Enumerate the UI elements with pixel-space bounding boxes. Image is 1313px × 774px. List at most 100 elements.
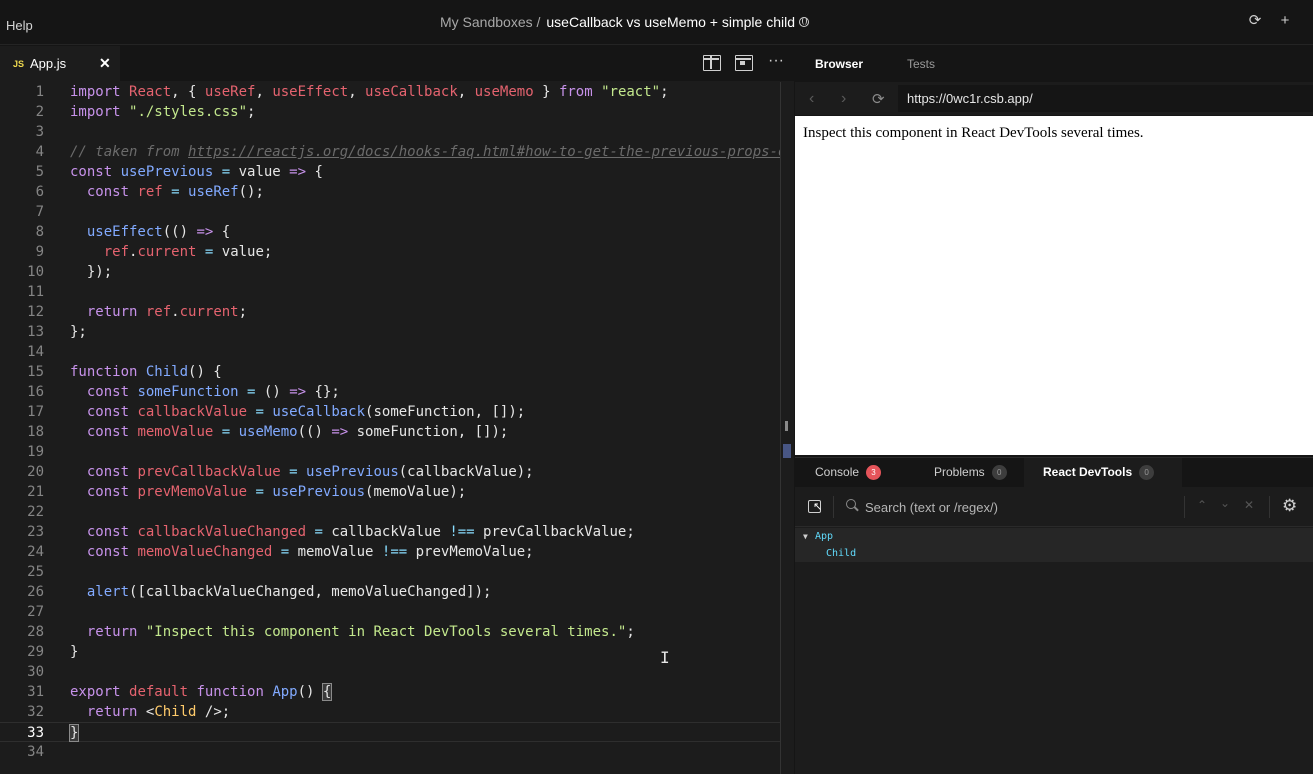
console-count-badge: 3 <box>866 465 882 480</box>
rendered-page-text: Inspect this component in React DevTools… <box>803 125 1144 141</box>
gear-icon[interactable]: ⚙ <box>1282 497 1297 515</box>
toolbar-divider <box>1269 496 1270 518</box>
code-text: }; <box>70 324 87 340</box>
code-line[interactable]: 3 <box>0 122 781 142</box>
reload-icon[interactable]: ⟳ <box>872 90 885 108</box>
chevron-up-icon[interactable]: ⌃ <box>1197 498 1207 512</box>
code-line[interactable]: 31 export default function App() { <box>0 682 781 702</box>
js-file-icon: JS <box>13 58 25 69</box>
code-line[interactable]: 12 return ref.current; <box>0 302 781 322</box>
code-line[interactable]: 19 <box>0 442 781 462</box>
tab-react-devtools[interactable]: React DevTools 0 <box>1024 458 1182 487</box>
tab-react-devtools-label: React DevTools <box>1043 465 1133 479</box>
editor-tab-bar: JS App.js ✕ ··· <box>0 46 794 81</box>
code-text: return "Inspect this component in React … <box>86 624 635 640</box>
code-line[interactable]: 16 const someFunction = () => {}; <box>0 382 781 402</box>
line-number: 6 <box>35 184 44 200</box>
close-tab-icon[interactable]: ✕ <box>99 55 111 72</box>
code-line[interactable]: 23 const callbackValueChanged = callback… <box>0 522 781 542</box>
forward-icon[interactable]: › <box>841 90 846 108</box>
code-line[interactable]: 25 <box>0 562 781 582</box>
tab-tests[interactable]: Tests <box>907 57 935 71</box>
sandbox-title[interactable]: useCallback vs useMemo + simple child <box>546 14 795 30</box>
code-text: const prevMemoValue = usePrevious(memoVa… <box>86 484 467 500</box>
problems-count-badge: 0 <box>991 465 1007 480</box>
code-text: export default function App() { <box>70 683 333 701</box>
preview-tabs: Browser Tests <box>795 46 1313 81</box>
code-line[interactable]: 1 import React, { useRef, useEffect, useC… <box>0 82 781 102</box>
preview-icon[interactable] <box>735 55 753 71</box>
editor-scrollbar-track[interactable] <box>780 82 781 774</box>
breadcrumb-my-sandboxes[interactable]: My Sandboxes / <box>440 14 540 30</box>
line-number: 23 <box>27 524 44 540</box>
code-line[interactable]: 22 <box>0 502 781 522</box>
code-text: const callbackValueChanged = callbackVal… <box>86 524 635 540</box>
code-line[interactable]: 33} <box>0 722 781 742</box>
code-line[interactable]: 4 // taken from https://reactjs.org/docs/… <box>0 142 781 162</box>
refresh-icon[interactable]: ⟳ <box>1245 11 1265 31</box>
tab-console[interactable]: Console 3 <box>815 458 882 487</box>
devtools-tabs: Console 3 Problems 0 React DevTools 0 <box>795 457 1313 487</box>
file-tab-label: App.js <box>30 56 67 71</box>
code-text: function Child() { <box>70 364 222 380</box>
code-line[interactable]: 15 function Child() { <box>0 362 781 382</box>
code-line[interactable]: 26 alert([callbackValueChanged, memoValu… <box>0 582 781 602</box>
code-text: }); <box>70 264 113 280</box>
code-line[interactable]: 2 import "./styles.css"; <box>0 102 781 122</box>
line-number: 7 <box>35 204 44 220</box>
browser-viewport: Inspect this component in React DevTools… <box>795 116 1313 455</box>
code-line[interactable]: 8 useEffect(() => { <box>0 222 781 242</box>
caret-down-icon[interactable]: ▼ <box>803 528 808 545</box>
code-line[interactable]: 24 const memoValueChanged = memoValue !=… <box>0 542 781 562</box>
back-icon[interactable]: ‹ <box>809 90 814 108</box>
inspect-element-icon[interactable] <box>808 500 822 513</box>
scrollbar-thumb[interactable] <box>785 421 788 431</box>
code-line[interactable]: 11 <box>0 282 781 302</box>
tab-problems-label: Problems <box>934 465 985 479</box>
tab-problems[interactable]: Problems 0 <box>934 458 1007 487</box>
line-number: 33 <box>27 725 44 741</box>
code-line[interactable]: 7 <box>0 202 781 222</box>
preview-pane: Browser Tests ‹ › ⟳ https://0wc1r.csb.ap… <box>795 46 1313 774</box>
line-number: 1 <box>35 84 44 100</box>
code-line[interactable]: 28 return "Inspect this component in Rea… <box>0 622 781 642</box>
more-icon[interactable]: ··· <box>767 53 785 71</box>
line-number: 4 <box>35 144 44 160</box>
code-line[interactable]: 18 const memoValue = useMemo(() => someF… <box>0 422 781 442</box>
split-view-icon[interactable] <box>703 55 721 71</box>
code-line[interactable]: 27 <box>0 602 781 622</box>
code-line[interactable]: 14 <box>0 342 781 362</box>
code-line[interactable]: 6 const ref = useRef(); <box>0 182 781 202</box>
code-line[interactable]: 21 const prevMemoValue = usePrevious(mem… <box>0 482 781 502</box>
code-line[interactable]: 20 const prevCallbackValue = usePrevious… <box>0 462 781 482</box>
line-number: 26 <box>27 584 44 600</box>
line-number: 17 <box>27 404 44 420</box>
tab-browser[interactable]: Browser <box>815 57 863 71</box>
url-field[interactable]: https://0wc1r.csb.app/ <box>898 85 1313 112</box>
clear-search-icon[interactable]: ✕ <box>1244 498 1254 512</box>
code-text: const memoValueChanged = memoValue !== p… <box>86 544 534 560</box>
code-line[interactable]: 9 ref.current = value; <box>0 242 781 262</box>
sandbox-title-bar: My Sandboxes / useCallback vs useMemo + s… <box>440 14 809 30</box>
line-number: 9 <box>35 244 44 260</box>
code-line[interactable]: 13}; <box>0 322 781 342</box>
code-area[interactable]: 1 import React, { useRef, useEffect, useC… <box>0 82 781 774</box>
tree-node-app[interactable]: ▼ App <box>795 528 1313 545</box>
toolbar-divider <box>1184 496 1185 518</box>
tree-node-label: Child <box>826 548 857 559</box>
code-line[interactable]: 10 }); <box>0 262 781 282</box>
code-line[interactable]: 17 const callbackValue = useCallback(som… <box>0 402 781 422</box>
line-number: 18 <box>27 424 44 440</box>
tree-node-child[interactable]: Child <box>795 545 1313 562</box>
devtools-toolbar: ⌃ ⌄ ✕ ⚙ <box>795 487 1313 527</box>
help-menu[interactable]: Help <box>6 18 33 33</box>
line-number: 2 <box>35 104 44 120</box>
tree-node-label: App <box>815 531 834 542</box>
code-line[interactable]: 5 const usePrevious = value => { <box>0 162 781 182</box>
toolbar-divider <box>833 496 834 518</box>
chevron-down-icon[interactable]: ⌄ <box>1220 496 1230 510</box>
component-search-input[interactable] <box>865 496 1175 518</box>
code-line[interactable]: 32 return <Child />; <box>0 702 781 722</box>
plus-icon[interactable]: + <box>1275 11 1295 31</box>
code-line[interactable]: 34 <box>0 742 781 762</box>
